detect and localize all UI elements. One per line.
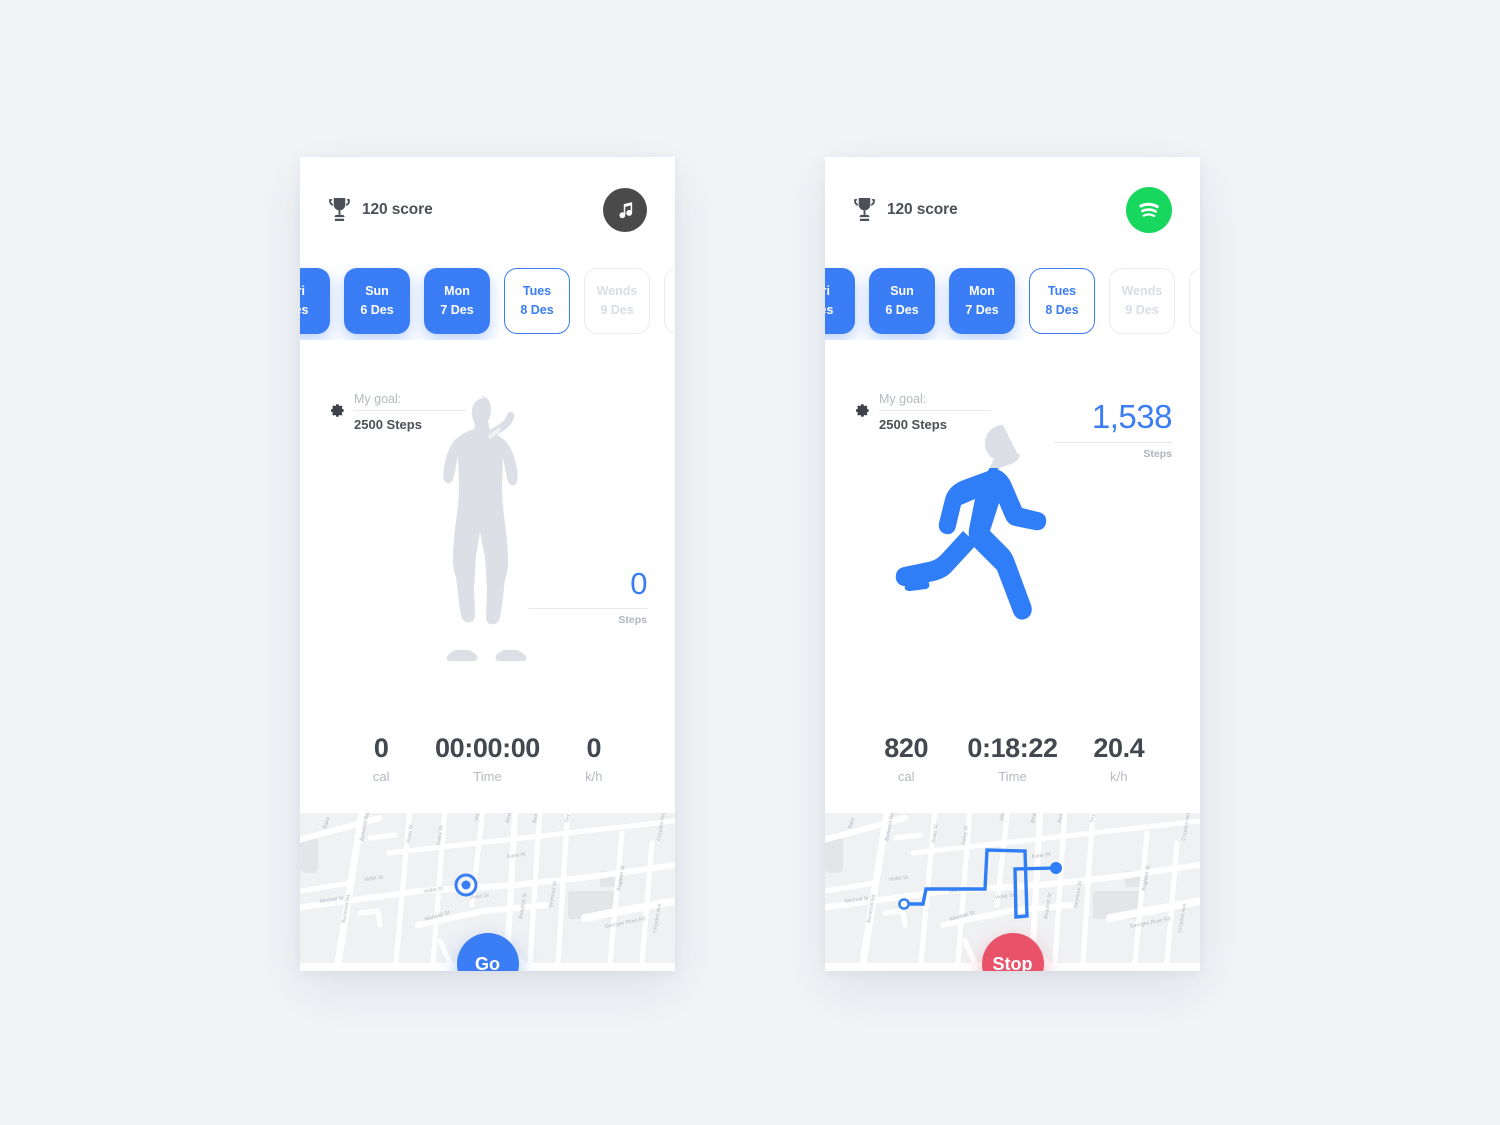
stat-value: 00:00:00: [435, 733, 540, 763]
mockup-stage: 120 score Fri Des Sun 6 Des Mon 7 Des: [0, 0, 1500, 1125]
stat-label: Time: [473, 769, 502, 784]
day-chip-mon[interactable]: Mon 7 Des: [949, 268, 1015, 334]
steps-readout: 0 Steps: [529, 568, 648, 626]
stat-time: 00:00:00 Time: [434, 733, 540, 785]
trophy-icon: [329, 198, 350, 221]
stat-value: 20.4: [1093, 733, 1145, 763]
day-chip-dow: Mon: [969, 283, 995, 298]
stat-value: 0:18:22: [967, 733, 1058, 763]
day-chip-fri[interactable]: Fri Des: [300, 268, 330, 334]
nav-basket[interactable]: [525, 963, 600, 971]
nav-home[interactable]: [300, 963, 375, 971]
steps-unit-label: Steps: [618, 614, 647, 626]
route-start-marker: [898, 898, 910, 910]
activity-body: My goal: 2500 Steps 1,538 Steps: [825, 340, 1200, 735]
day-chip-mon[interactable]: Mon 7 Des: [424, 268, 490, 334]
route-end-marker: [1050, 862, 1062, 874]
day-chip-dow: Tues: [522, 283, 552, 298]
day-chip-thurs[interactable]: Thurs 10 Des: [1189, 268, 1200, 334]
day-chip-wends[interactable]: Wends 9 Des: [1109, 268, 1175, 334]
stat-label: Time: [998, 769, 1027, 784]
stat-value: 820: [884, 733, 929, 763]
steps-readout: 1,538 Steps: [1054, 400, 1173, 460]
stats-row: 820 cal 0:18:22 Time 20.4 k/h: [825, 735, 1200, 813]
nav-profile[interactable]: [375, 963, 450, 971]
day-selector-strip[interactable]: Fri Des Sun 6 Des Mon 7 Des Tues 8 Des W…: [300, 262, 675, 340]
nav-home[interactable]: [825, 963, 900, 971]
day-chip-tues-selected[interactable]: Tues 8 Des: [1029, 268, 1095, 334]
day-chip-dom: 7 Des: [440, 302, 474, 317]
stat-calories: 820 cal: [853, 733, 959, 785]
stat-speed: 0 k/h: [541, 733, 647, 785]
day-chip-dow: Fri: [300, 283, 305, 298]
stat-label: cal: [897, 769, 915, 784]
score-text: 120 score: [887, 200, 958, 218]
day-chip-dow: Wends: [596, 283, 638, 298]
day-chip-dom: 9 Des: [600, 302, 634, 317]
phone-screen-idle: 120 score Fri Des Sun 6 Des Mon 7 Des: [300, 157, 675, 971]
day-chip-dow: Fri: [825, 283, 830, 298]
nav-basket[interactable]: [1050, 963, 1125, 971]
stat-time: 0:18:22 Time: [959, 733, 1065, 785]
day-chip-dom: Des: [825, 302, 834, 317]
day-chip-dom: 8 Des: [520, 302, 554, 317]
stat-label: k/h: [1110, 769, 1128, 784]
day-chip-dow: Sun: [890, 283, 914, 298]
day-chip-fri[interactable]: Fri Des: [825, 268, 855, 334]
day-chip-thurs[interactable]: Thurs 10 Des: [664, 268, 675, 334]
day-chip-dom: 7 Des: [965, 302, 999, 317]
nav-more[interactable]: [1125, 963, 1200, 971]
trophy-icon: [854, 198, 875, 221]
day-chip-sun[interactable]: Sun 6 Des: [869, 268, 935, 334]
day-chip-dom: 6 Des: [360, 302, 394, 317]
day-selector-strip[interactable]: Fri Des Sun 6 Des Mon 7 Des Tues 8 Des W…: [825, 262, 1200, 340]
day-chip-sun[interactable]: Sun 6 Des: [344, 268, 410, 334]
activity-body: My goal: 2500 Steps 0 Steps: [300, 340, 675, 735]
spotify-button[interactable]: [1126, 186, 1172, 233]
day-chip-dow: Mon: [444, 283, 470, 298]
steps-value: 1,538: [1054, 400, 1173, 443]
day-chip-tues-selected[interactable]: Tues 8 Des: [504, 268, 570, 334]
stat-value: 0: [586, 733, 602, 763]
stat-value: 0: [373, 733, 389, 763]
music-note-icon: [618, 202, 632, 219]
stats-row: 0 cal 00:00:00 Time 0 k/h: [300, 735, 675, 813]
bottom-nav-idle: Go: [300, 933, 675, 971]
stat-speed: 20.4 k/h: [1066, 733, 1172, 785]
day-chip-wends[interactable]: Wends 9 Des: [584, 268, 650, 334]
app-header: 120 score: [825, 157, 1200, 262]
steps-unit-label: Steps: [1143, 448, 1172, 460]
stat-calories: 0 cal: [328, 733, 434, 785]
app-header: 120 score: [300, 157, 675, 262]
spotify-icon: [1139, 202, 1159, 217]
day-chip-dow: Wends: [1121, 283, 1163, 298]
bottom-nav-running: Stop: [825, 933, 1200, 971]
music-note-button[interactable]: [603, 187, 647, 232]
nav-more[interactable]: [600, 963, 675, 971]
day-chip-dom: 9 Des: [1125, 302, 1159, 317]
nav-profile[interactable]: [900, 963, 975, 971]
day-chip-dow: Sun: [365, 283, 389, 298]
day-chip-dow: Tues: [1047, 283, 1077, 298]
stat-label: k/h: [585, 769, 603, 784]
stat-label: cal: [372, 769, 390, 784]
score-group: 120 score: [853, 197, 958, 222]
day-chip-dom: Des: [300, 302, 309, 317]
day-chip-dom: 6 Des: [885, 302, 919, 317]
score-group: 120 score: [328, 197, 433, 222]
steps-value: 0: [529, 568, 648, 609]
phone-screen-running: 120 score Fri Des Sun 6 Des: [825, 157, 1200, 971]
score-text: 120 score: [362, 200, 433, 218]
day-chip-dom: 8 Des: [1045, 302, 1079, 317]
